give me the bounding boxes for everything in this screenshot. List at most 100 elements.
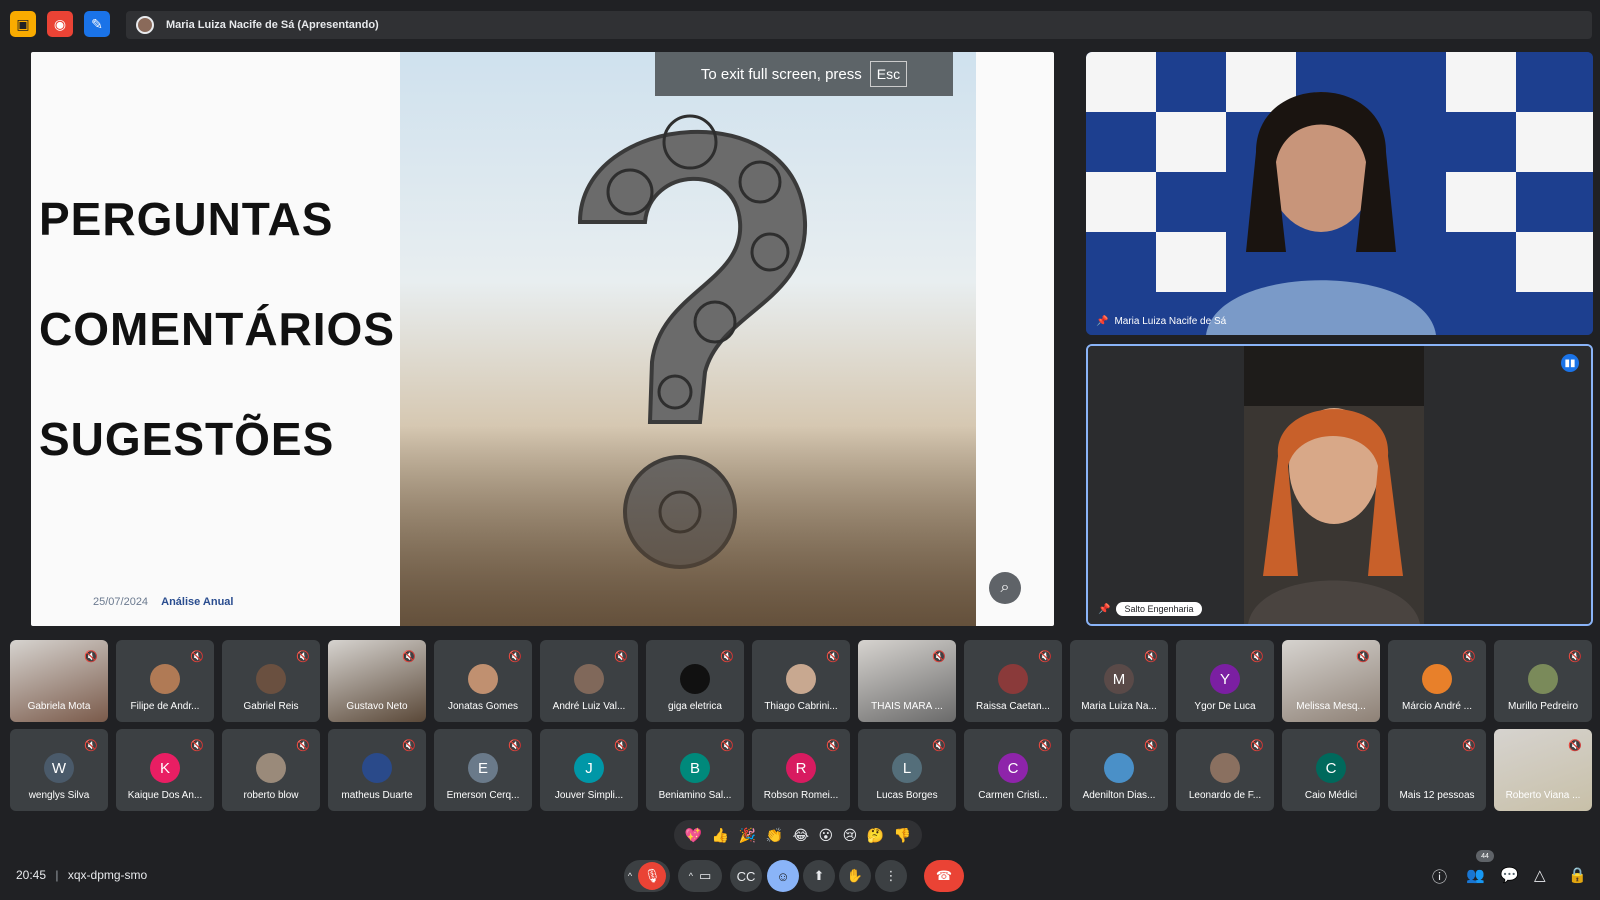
mic-muted-icon: 🔇 xyxy=(508,740,522,752)
participant-name: giga eletrica xyxy=(668,701,722,712)
participant-name: Melissa Mesq... xyxy=(1296,701,1366,712)
participant-tile-murillo-pedreiro[interactable]: 🔇 Murillo Pedreiro xyxy=(1494,640,1592,722)
participant-tile-gustavo-neto[interactable]: 🔇 Gustavo Neto xyxy=(328,640,426,722)
camera-icon[interactable]: ▭ xyxy=(699,868,711,884)
participant-tile-melissa-mesq[interactable]: 🔇 Melissa Mesq... xyxy=(1282,640,1380,722)
participant-tile-giga-eletrica[interactable]: 🔇 giga eletrica xyxy=(646,640,744,722)
mic-muted-icon: 🔇 xyxy=(720,651,734,663)
reaction-button[interactable]: 🤔 xyxy=(867,827,884,844)
participant-tile-leonardo-de-f[interactable]: 🔇 Leonardo de F... xyxy=(1176,729,1274,811)
whiteboard-icon[interactable]: ✎ xyxy=(84,11,110,37)
chat-icon[interactable]: 💬 xyxy=(1500,866,1519,884)
mic-toggle[interactable]: ^ 🎙 xyxy=(624,860,670,892)
participant-tile-filipe-de-andr[interactable]: 🔇 Filipe de Andr... xyxy=(116,640,214,722)
mic-muted-icon: 🔇 xyxy=(1462,740,1476,752)
participant-tile-kaique-dos-an[interactable]: K 🔇 Kaique Dos An... xyxy=(116,729,214,811)
pin-icon[interactable]: 📌 xyxy=(1098,604,1110,615)
participant-tile-matheus-duarte[interactable]: 🔇 matheus Duarte xyxy=(328,729,426,811)
more-options-button[interactable]: ⋮ xyxy=(875,860,907,892)
participant-tile-wenglys-silva[interactable]: W 🔇 wenglys Silva xyxy=(10,729,108,811)
host-controls-icon[interactable]: 🔒 xyxy=(1568,866,1587,884)
captions-button[interactable]: CC xyxy=(730,860,762,892)
participant-name: Beniamino Sal... xyxy=(658,790,732,801)
reaction-button[interactable]: 🎉 xyxy=(739,827,756,844)
presenter-avatar xyxy=(136,16,154,34)
participant-tile-thiago-cabrini[interactable]: 🔇 Thiago Cabrini... xyxy=(752,640,850,722)
info-icon[interactable]: ⓘ xyxy=(1432,866,1447,887)
participant-avatar: C xyxy=(1316,753,1346,783)
participant-tile-raissa-caetan[interactable]: 🔇 Raissa Caetan... xyxy=(964,640,1062,722)
participant-tile-andre-luiz-val[interactable]: 🔇 André Luiz Val... xyxy=(540,640,638,722)
participant-tile-mais-12-pessoas[interactable]: 🔇 Mais 12 pessoas xyxy=(1388,729,1486,811)
mic-muted-icon: 🔇 xyxy=(1038,651,1052,663)
extension-icon[interactable]: ▣ xyxy=(10,11,36,37)
mic-muted-icon: 🔇 xyxy=(84,740,98,752)
participant-tile-marcio-andre[interactable]: 🔇 Márcio André ... xyxy=(1388,640,1486,722)
participant-tile-robson-romei[interactable]: R 🔇 Robson Romei... xyxy=(752,729,850,811)
participant-name: Emerson Cerq... xyxy=(446,790,520,801)
raise-hand-button[interactable]: ✋ xyxy=(839,860,871,892)
people-icon[interactable]: 👥 xyxy=(1466,866,1485,884)
participant-name: wenglys Silva xyxy=(28,790,90,801)
participant-tile-adenilton-dias[interactable]: 🔇 Adenilton Dias... xyxy=(1070,729,1168,811)
participant-tile-maria-luiza-na[interactable]: M 🔇 Maria Luiza Na... xyxy=(1070,640,1168,722)
participant-tile-emerson-cerq[interactable]: E 🔇 Emerson Cerq... xyxy=(434,729,532,811)
speaker-tile-main[interactable]: 📌 Maria Luiza Nacife de Sá xyxy=(1086,52,1593,335)
mic-muted-icon: 🔇 xyxy=(826,651,840,663)
mic-off-icon[interactable]: 🎙 xyxy=(638,862,667,890)
participant-tile-gabriel-reis[interactable]: 🔇 Gabriel Reis xyxy=(222,640,320,722)
captions-icon: CC xyxy=(736,868,756,884)
participant-name: Jonatas Gomes xyxy=(447,701,519,712)
leave-call-button[interactable]: ☎ xyxy=(924,860,964,892)
participant-name: THAIS MARA ... xyxy=(871,701,943,712)
participant-name: Mais 12 pessoas xyxy=(1399,790,1475,801)
participant-avatar: E xyxy=(468,753,498,783)
presentation-slide[interactable]: PERGUNTAS COMENTÁRIOS SUGESTÕES 25/07/20… xyxy=(31,52,1054,626)
participant-tile-ygor-de-luca[interactable]: Y 🔇 Ygor De Luca xyxy=(1176,640,1274,722)
participant-avatar xyxy=(574,664,604,694)
record-icon[interactable]: ◉ xyxy=(47,11,73,37)
participant-tile-gabriela-mota[interactable]: 🔇 Gabriela Mota xyxy=(10,640,108,722)
chevron-up-icon[interactable]: ^ xyxy=(628,871,632,881)
participant-tile-roberto-viana[interactable]: 🔇 Roberto Viana ... xyxy=(1494,729,1592,811)
presenter-bar[interactable]: Maria Luiza Nacife de Sá (Apresentando) xyxy=(126,11,1592,39)
participant-tile-jouver-simpli[interactable]: J 🔇 Jouver Simpli... xyxy=(540,729,638,811)
participant-name: Márcio André ... xyxy=(1401,701,1473,712)
participant-tile-roberto-blow[interactable]: 🔇 roberto blow xyxy=(222,729,320,811)
participant-tile-beniamino-sal[interactable]: B 🔇 Beniamino Sal... xyxy=(646,729,744,811)
mic-muted-icon: 🔇 xyxy=(1250,651,1264,663)
emoji-button[interactable]: ☺ xyxy=(767,860,799,892)
reaction-button[interactable]: 😂 xyxy=(793,827,809,844)
participant-name: Robson Romei... xyxy=(763,790,839,801)
participant-avatar xyxy=(1422,664,1452,694)
participant-tile-thais-mara[interactable]: 🔇 THAIS MARA ... xyxy=(858,640,956,722)
speaker-name-tag: 📌 Maria Luiza Nacife de Sá xyxy=(1096,316,1226,327)
reaction-button[interactable]: 👏 xyxy=(766,827,783,844)
mic-muted-icon: 🔇 xyxy=(84,651,98,663)
fullscreen-hint: To exit full screen, press Esc xyxy=(655,52,953,96)
presenter-label: Maria Luiza Nacife de Sá (Apresentando) xyxy=(166,19,379,31)
participant-tile-jonatas-gomes[interactable]: 🔇 Jonatas Gomes xyxy=(434,640,532,722)
reaction-button[interactable]: 👎 xyxy=(894,827,911,844)
speaker-tile-secondary[interactable]: ▮▮ 📌 Salto Engenharia xyxy=(1086,344,1593,626)
mic-muted-icon: 🔇 xyxy=(1250,740,1264,752)
reaction-button[interactable]: 😢 xyxy=(843,827,858,844)
participant-tile-lucas-borges[interactable]: L 🔇 Lucas Borges xyxy=(858,729,956,811)
reaction-button[interactable]: 😮 xyxy=(819,827,834,844)
camera-toggle[interactable]: ^ ▭ xyxy=(678,860,722,892)
activities-icon[interactable]: △ xyxy=(1534,866,1546,884)
reaction-button[interactable]: 💖 xyxy=(685,827,702,844)
participant-avatar: J xyxy=(574,753,604,783)
chevron-up-icon[interactable]: ^ xyxy=(689,871,693,881)
present-button[interactable]: ⬆ xyxy=(803,860,835,892)
participant-name: Lucas Borges xyxy=(876,790,938,801)
pin-icon[interactable]: 📌 xyxy=(1096,316,1108,327)
reaction-button[interactable]: 👍 xyxy=(712,827,729,844)
zoom-icon[interactable]: ⌕ xyxy=(989,572,1021,604)
participant-tile-caio-medici[interactable]: C 🔇 Caio Médici xyxy=(1282,729,1380,811)
hang-up-icon: ☎ xyxy=(935,868,953,883)
participant-name: roberto blow xyxy=(243,790,299,801)
participant-name: Ygor De Luca xyxy=(1194,701,1256,712)
participant-tile-carmen-cristi[interactable]: C 🔇 Carmen Cristi... xyxy=(964,729,1062,811)
participant-name: Roberto Viana ... xyxy=(1505,790,1581,801)
